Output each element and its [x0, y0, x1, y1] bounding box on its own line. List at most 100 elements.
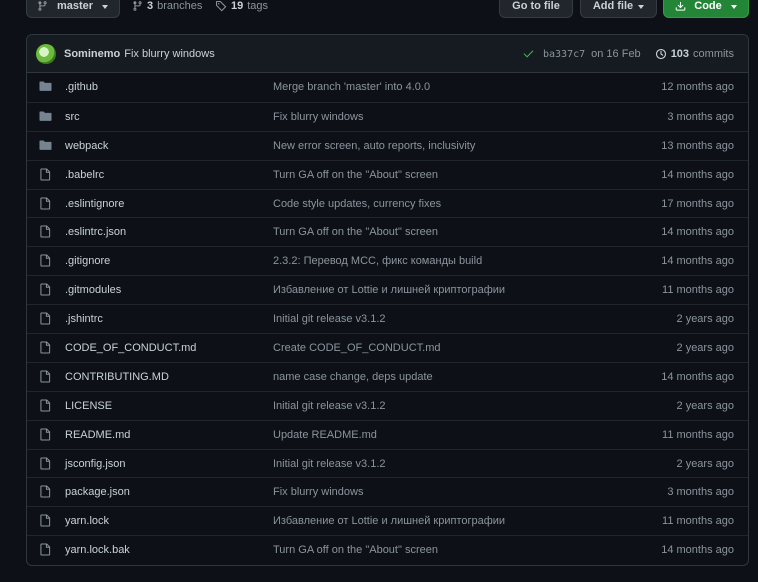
file-row[interactable]: .gitignore 2.3.2: Перевод MCC, фикс коман…	[27, 246, 748, 275]
commit-age: 12 months ago	[661, 81, 734, 94]
file-row[interactable]: webpack New error screen, auto reports, i…	[27, 130, 748, 160]
file-row[interactable]: .jshintrc Initial git release v3.1.2 2 yea…	[27, 304, 748, 333]
commit-age: 3 months ago	[667, 110, 734, 123]
tags-link[interactable]: 19 tags	[215, 0, 268, 18]
commit-message-link[interactable]: Merge branch 'master' into 4.0.0	[273, 81, 430, 93]
commit-age: 3 months ago	[667, 486, 734, 499]
commit-message-link[interactable]: Избавление от Lottie и лишней криптограф…	[273, 284, 505, 296]
commit-message-link[interactable]: Turn GA off on the "About" screen	[273, 169, 438, 181]
commit-age: 14 months ago	[661, 168, 734, 181]
code-button[interactable]: Code	[663, 0, 749, 18]
commit-age: 11 months ago	[662, 428, 734, 441]
check-icon[interactable]	[523, 47, 534, 58]
file-row[interactable]: .eslintrc.json Turn GA off on the "About"…	[27, 217, 748, 246]
file-icon	[40, 196, 52, 211]
branch-name: master	[57, 0, 94, 12]
commit-history-link[interactable]: 103 commits	[655, 48, 734, 60]
commit-age: 11 months ago	[662, 515, 734, 528]
file-row[interactable]: yarn.lock Избавление от Lottie и лишней к…	[27, 506, 748, 535]
file-name-link[interactable]: package.json	[65, 486, 130, 498]
file-name-link[interactable]: .babelrc	[65, 169, 104, 181]
go-to-file-button[interactable]: Go to file	[499, 0, 573, 18]
commit-message-link[interactable]: Create CODE_OF_CONDUCT.md	[273, 342, 440, 354]
commit-age: 11 months ago	[662, 284, 734, 297]
file-row[interactable]: .gitmodules Избавление от Lottie и лишней…	[27, 275, 748, 304]
commit-message-link[interactable]: Code style updates, currency fixes	[273, 198, 441, 210]
commit-date: on 16 Feb	[591, 48, 641, 60]
tag-icon	[215, 0, 227, 12]
commits-count: 103	[670, 48, 690, 60]
folder-icon	[39, 139, 52, 153]
file-name-link[interactable]: CODE_OF_CONDUCT.md	[65, 342, 196, 354]
folder-icon	[39, 110, 52, 124]
file-name-link[interactable]: CONTRIBUTING.MD	[65, 371, 169, 383]
commit-message-link[interactable]: Initial git release v3.1.2	[273, 313, 386, 325]
commit-message-link[interactable]: 2.3.2: Перевод MCC, фикс команды build	[273, 255, 482, 267]
file-name-link[interactable]: .eslintignore	[65, 198, 124, 210]
go-to-file-label: Go to file	[512, 0, 560, 12]
file-row[interactable]: README.md Update README.md 11 months ago	[27, 419, 748, 449]
file-icon	[40, 341, 52, 355]
file-name-link[interactable]: .jshintrc	[65, 313, 103, 325]
folder-icon	[39, 80, 52, 94]
commit-age: 17 months ago	[661, 197, 734, 210]
commit-message-link[interactable]: Initial git release v3.1.2	[273, 400, 386, 412]
file-icon	[40, 514, 52, 528]
branches-link[interactable]: 3 branches	[132, 0, 202, 18]
file-name-link[interactable]: .gitignore	[65, 255, 110, 267]
file-name-link[interactable]: jsconfig.json	[65, 458, 126, 470]
chevron-down-icon	[638, 4, 645, 9]
file-name-link[interactable]: .eslintrc.json	[65, 226, 126, 238]
commit-message-link[interactable]: Turn GA off on the "About" screen	[273, 226, 438, 238]
avatar[interactable]	[36, 43, 56, 64]
file-row[interactable]: package.json Fix blurry windows 3 months a…	[27, 477, 748, 506]
file-icon	[40, 168, 52, 182]
file-name-link[interactable]: LICENSE	[65, 400, 112, 412]
repo-toolbar: master 3 branches 19 tags Go to file Add…	[0, 0, 758, 18]
commit-age: 14 months ago	[661, 226, 734, 239]
commit-age: 2 years ago	[676, 313, 734, 326]
file-row[interactable]: .github Merge branch 'master' into 4.0.0 1…	[27, 73, 748, 102]
commit-message-link[interactable]: Update README.md	[273, 429, 377, 441]
file-icon	[40, 399, 52, 413]
file-name-link[interactable]: yarn.lock.bak	[65, 544, 130, 556]
file-name-link[interactable]: webpack	[65, 140, 108, 152]
file-row[interactable]: yarn.lock.bak Turn GA off on the "About" …	[27, 535, 748, 564]
commit-message-link[interactable]: Turn GA off on the "About" screen	[273, 544, 438, 556]
file-name-link[interactable]: yarn.lock	[65, 515, 109, 527]
file-name-link[interactable]: src	[65, 111, 80, 123]
commit-author[interactable]: Sominemo	[64, 48, 120, 60]
file-browser: Sominemo Fix blurry windows ba337c7 on 1…	[26, 34, 749, 566]
chevron-down-icon	[102, 4, 109, 9]
file-icon	[40, 370, 52, 384]
file-row[interactable]: src Fix blurry windows 3 months ago	[27, 101, 748, 131]
commit-age: 14 months ago	[661, 544, 734, 557]
file-row[interactable]: .eslintignore Code style updates, currenc…	[27, 188, 748, 218]
file-icon	[40, 312, 52, 326]
file-icon	[40, 428, 52, 442]
branch-selector-button[interactable]: master	[26, 0, 120, 18]
commit-message-link[interactable]: Initial git release v3.1.2	[273, 458, 386, 470]
tags-count: 19	[231, 0, 244, 12]
file-row[interactable]: CODE_OF_CONDUCT.md Create CODE_OF_CONDUCT…	[27, 333, 748, 362]
file-name-link[interactable]: .github	[65, 81, 98, 93]
commit-message-link[interactable]: Fix blurry windows	[273, 486, 363, 498]
commit-age: 14 months ago	[661, 255, 734, 268]
commit-message-link[interactable]: Fix blurry windows	[273, 111, 363, 123]
file-icon	[40, 283, 52, 297]
commit-message-link[interactable]: New error screen, auto reports, inclusiv…	[273, 140, 475, 152]
commit-message[interactable]: Fix blurry windows	[124, 48, 214, 60]
file-row[interactable]: jsconfig.json Initial git release v3.1.2 2…	[27, 448, 748, 478]
add-file-button[interactable]: Add file	[580, 0, 657, 18]
file-icon	[40, 485, 52, 499]
file-name-link[interactable]: .gitmodules	[65, 284, 121, 296]
commit-message-link[interactable]: Избавление от Lottie и лишней криптограф…	[273, 515, 505, 527]
file-row[interactable]: CONTRIBUTING.MD name case change, deps up…	[27, 361, 748, 391]
commit-message-link[interactable]: name case change, deps update	[273, 371, 433, 383]
file-row[interactable]: LICENSE Initial git release v3.1.2 2 years…	[27, 390, 748, 420]
file-row[interactable]: .babelrc Turn GA off on the "About" scree…	[27, 159, 748, 189]
branches-count: 3	[147, 0, 154, 12]
file-icon	[40, 225, 52, 239]
commit-sha[interactable]: ba337c7	[543, 49, 585, 60]
file-name-link[interactable]: README.md	[65, 429, 130, 441]
